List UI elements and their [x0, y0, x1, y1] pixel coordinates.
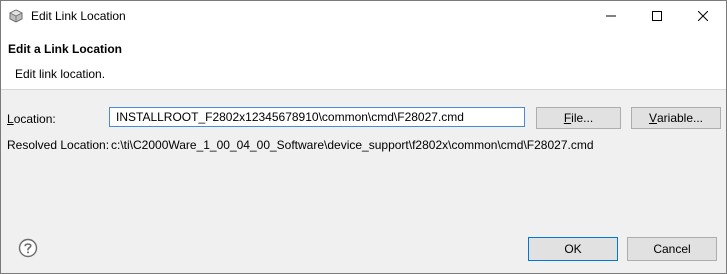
variable-button-mnemonic: V [648, 111, 657, 125]
location-label-mnemonic: L [7, 112, 14, 126]
location-input[interactable] [109, 107, 525, 127]
edit-link-location-dialog: Edit Link Location Edit a Link Location … [0, 0, 727, 274]
close-icon [698, 11, 708, 21]
cancel-button[interactable]: Cancel [627, 237, 717, 261]
help-icon[interactable] [18, 238, 38, 258]
variable-button[interactable]: Variable... [631, 107, 721, 129]
file-button-label: ile... [571, 111, 594, 125]
maximize-button[interactable] [634, 1, 680, 31]
minimize-icon [606, 15, 616, 17]
title-bar: Edit Link Location [1, 1, 726, 31]
minimize-button[interactable] [588, 1, 634, 31]
resolved-location-label: Resolved Location: [7, 138, 110, 152]
banner-title: Edit a Link Location [8, 42, 123, 56]
banner-description: Edit link location. [15, 67, 106, 81]
location-label-text: ocation: [13, 112, 56, 126]
variable-button-label: ariable... [656, 111, 704, 125]
ok-button[interactable]: OK [528, 237, 618, 261]
location-label: Location: [7, 112, 56, 126]
window-title: Edit Link Location [31, 9, 126, 23]
app-icon [9, 9, 23, 23]
maximize-icon [652, 11, 662, 21]
resolved-location-value: c:\ti\C2000Ware_1_00_04_00_Software\devi… [111, 138, 594, 152]
file-button-mnemonic: F [563, 111, 572, 125]
close-button[interactable] [680, 1, 726, 31]
dialog-banner: Edit a Link Location Edit link location. [1, 31, 726, 90]
file-button[interactable]: File... [536, 107, 621, 129]
